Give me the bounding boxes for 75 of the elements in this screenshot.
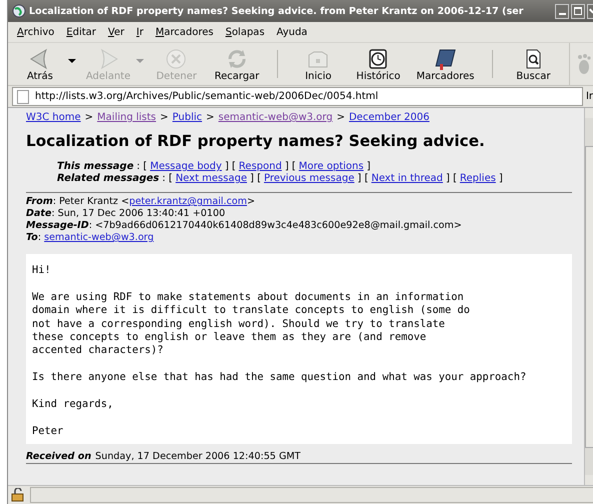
message-paragraph: Peter <box>32 424 64 438</box>
bracket-text: ] [ <box>224 161 236 172</box>
menu-item[interactable]: Solapas <box>225 26 265 38</box>
toolbar-button[interactable]: Marcadores <box>410 46 480 82</box>
message-title: Localization of RDF property names? Seeking advice. <box>26 132 486 150</box>
nav-link[interactable]: Previous message <box>264 173 354 184</box>
bracket-text: : [ <box>136 161 148 172</box>
email-link[interactable]: semantic-web@w3.org <box>44 232 154 243</box>
header-value: <7b9ad66d0612170440k61408d89w3c4e483c600e92e8@mail.gmail.com> <box>95 220 462 231</box>
bracket-text: ] [ <box>250 173 261 184</box>
address-field[interactable]: http://lists.w3.org/Archives/Public/semantic-web/2006Dec/0054.html <box>12 87 583 106</box>
nav-label: This message <box>57 161 134 172</box>
nav-label: Related messages <box>57 173 160 184</box>
received-date: Sunday, 17 December 2006 12:40:55 GMT <box>95 451 301 462</box>
nav-link[interactable]: Next in thread <box>371 173 443 184</box>
nav-link[interactable]: More options <box>298 161 364 172</box>
bracket-text: ] <box>366 161 371 172</box>
header-colon: : <box>52 208 55 219</box>
header-value: > <box>246 196 256 207</box>
toolbar-button[interactable]: Recargar <box>208 46 266 82</box>
maximize-button[interactable] <box>571 4 585 18</box>
toolbar-button[interactable]: Inicio <box>290 46 346 82</box>
nav-link[interactable]: Respond <box>238 161 282 172</box>
header-colon: : <box>52 196 56 207</box>
breadcrumb-link[interactable]: W3C home <box>26 112 81 123</box>
breadcrumb-link[interactable]: Public <box>172 112 202 123</box>
bracket-text: : [ <box>162 173 173 184</box>
message-paragraph: Hi! <box>32 264 52 278</box>
breadcrumb-link[interactable]: December 2006 <box>348 112 430 123</box>
message-paragraph: Kind regards, <box>32 398 114 412</box>
header-colon: : <box>88 220 92 231</box>
breadcrumb-separator: > <box>336 112 345 123</box>
nav-link[interactable]: Replies <box>460 173 496 184</box>
window-title: Localization of RDF property names? Seeking advice. from Peter Krantz on 2006-12-17 (ser <box>29 6 524 16</box>
nav-link[interactable]: Next message <box>176 173 247 184</box>
dropdown-arrow-icon[interactable] <box>68 59 76 63</box>
header-name: Message-ID <box>26 220 89 231</box>
breadcrumb-link[interactable]: Mailing lists <box>97 112 156 123</box>
header-name: From <box>26 196 53 207</box>
breadcrumb-link[interactable]: semantic-web@w3.org <box>218 112 333 123</box>
message-paragraph: We are using RDF to make statements about documents in an information domain where it is difficult to translate concepts to english (some do not have a corresponding english word). Should we try to translate these concepts to english or leave them as they are (and remove accented characters)? <box>32 290 471 358</box>
email-link[interactable]: peter.krantz@gmail.com <box>129 196 247 207</box>
footprint-icon <box>576 51 592 77</box>
close-button[interactable] <box>587 4 593 18</box>
toolbar-button[interactable]: Histórico <box>350 46 406 82</box>
bracket-text: ] <box>498 173 503 184</box>
menu-item[interactable]: Ir <box>136 26 144 38</box>
page-icon <box>17 90 29 104</box>
header-colon: : <box>38 232 42 243</box>
toolbar-button[interactable]: Atrás <box>12 46 68 82</box>
menu-item[interactable]: Archivo <box>17 26 54 38</box>
padlock-icon <box>10 488 26 502</box>
header-name: To <box>26 232 38 243</box>
nav-link[interactable]: Message body <box>150 161 222 172</box>
scrollbar[interactable] <box>584 108 593 485</box>
breadcrumb-separator: > <box>160 112 168 123</box>
menu-item[interactable]: Editar <box>66 26 96 38</box>
breadcrumb-separator: > <box>84 112 94 123</box>
menu-item[interactable]: Ver <box>108 26 124 38</box>
globe-icon <box>12 4 26 18</box>
header-value: Sun, 17 Dec 2006 13:40:41 +0100 <box>58 208 226 219</box>
toolbar-button[interactable]: Buscar <box>505 46 562 82</box>
bracket-text: ] [ <box>446 173 457 184</box>
breadcrumb-separator: > <box>206 112 214 123</box>
menu-item[interactable]: Marcadores <box>155 26 214 38</box>
scroll-thumb[interactable] <box>585 146 593 448</box>
go-button[interactable]: Ir <box>586 91 593 102</box>
menu-item[interactable]: Ayuda <box>276 26 308 38</box>
message-paragraph: Is there anyone else that has had the same question and what was your approach? <box>32 371 528 385</box>
header-name: Date <box>26 208 52 219</box>
bracket-text: ] [ <box>357 173 368 184</box>
header-value: Peter Krantz < <box>59 196 130 207</box>
bracket-text: ] [ <box>284 161 296 172</box>
minimize-button[interactable] <box>555 4 569 18</box>
received-label: Received on <box>26 451 92 462</box>
